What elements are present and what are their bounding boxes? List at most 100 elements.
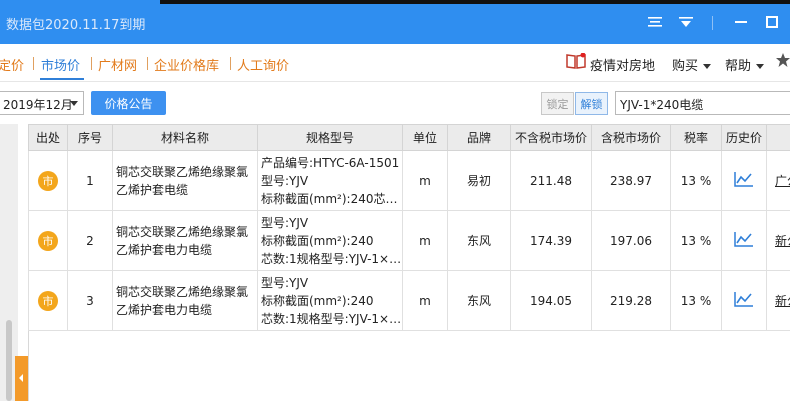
nav-separator: [230, 57, 231, 70]
spec-line: 标称截面(mm²):240: [261, 233, 374, 248]
col-header-unit[interactable]: 单位: [402, 124, 448, 151]
source-link[interactable]: 广公: [766, 150, 790, 211]
nav-separator: [91, 57, 92, 70]
material-name-cell: 铜芯交联聚乙烯绝缘聚氯乙烯护套电力电缆: [112, 210, 258, 271]
tax-rate-cell: 13 %: [670, 210, 722, 271]
spec-line: 芯数:1规格型号:YJV-1×…: [261, 311, 402, 326]
help-menu-label: 帮助: [725, 59, 752, 74]
filter-toolbar: 2019年12月 价格公告 锁定 解锁 YJV-1*240电缆: [0, 82, 790, 124]
title-bar: 数据包2020.11.17到期: [0, 0, 790, 44]
col-header-history[interactable]: 历史价: [721, 124, 767, 151]
nav-bar: 定价 市场价 广材网 企业价格库 人工询价 疫情对房地 购买 帮助: [0, 44, 790, 82]
unlock-button[interactable]: 解锁: [575, 92, 608, 115]
buy-menu-label: 购买: [672, 59, 699, 74]
buy-menu[interactable]: 购买: [672, 55, 712, 74]
table-row[interactable]: 市 1 铜芯交联聚乙烯绝缘聚氯乙烯护套电缆 产品编号:HTYC-6A-1501 …: [28, 150, 790, 211]
history-cell: [721, 270, 767, 331]
price-notice-button[interactable]: 价格公告: [91, 91, 166, 115]
index-cell: 1: [67, 150, 113, 211]
nav-item-manual-inquiry[interactable]: 人工询价: [237, 55, 289, 74]
source-cell: 市: [28, 270, 68, 331]
col-header-extra: [766, 124, 790, 151]
collapse-panel-handle[interactable]: [15, 356, 28, 401]
source-link[interactable]: 新公: [766, 270, 790, 331]
price-inc-tax-cell: 219.28: [591, 270, 671, 331]
collapse-down-icon[interactable]: [676, 12, 696, 32]
spec-line: 型号:YJV: [261, 215, 309, 230]
price-inc-tax-cell: 238.97: [591, 150, 671, 211]
index-cell: 3: [67, 270, 113, 331]
date-select-value: 2019年12月: [3, 98, 73, 112]
source-cell: 市: [28, 210, 68, 271]
spec-cell: 型号:YJV 标称截面(mm²):240 芯数:1规格型号:YJV-1×…: [257, 270, 403, 331]
material-name-cell: 铜芯交联聚乙烯绝缘聚氯乙烯护套电力电缆: [112, 270, 258, 331]
table-row[interactable]: 市 2 铜芯交联聚乙烯绝缘聚氯乙烯护套电力电缆 型号:YJV 标称截面(mm²)…: [28, 210, 790, 271]
col-header-source[interactable]: 出处: [28, 124, 68, 151]
nav-active-indicator: [40, 78, 84, 80]
lock-button[interactable]: 锁定: [541, 92, 574, 115]
price-ex-tax-cell: 194.05: [510, 270, 592, 331]
titlebar-separator: [712, 16, 713, 30]
unit-cell: m: [402, 210, 448, 271]
market-badge: 市: [38, 230, 58, 251]
table-header-row: 出处 序号 材料名称 规格型号 单位 品牌 不含税市场价 含税市场价 税率 历史…: [28, 124, 790, 151]
col-header-brand[interactable]: 品牌: [447, 124, 511, 151]
chevron-down-icon: [756, 64, 765, 69]
trend-chart-icon[interactable]: [734, 231, 754, 250]
tax-rate-cell: 13 %: [670, 270, 722, 331]
col-header-price-ex-tax[interactable]: 不含税市场价: [510, 124, 592, 151]
settings-icon[interactable]: [645, 12, 665, 32]
price-ex-tax-cell: 211.48: [510, 150, 592, 211]
market-badge: 市: [38, 290, 58, 311]
col-header-index[interactable]: 序号: [67, 124, 113, 151]
trend-chart-icon[interactable]: [734, 171, 754, 190]
brand-cell: 东风: [447, 210, 511, 271]
nav-item-market-price[interactable]: 市场价: [41, 55, 80, 74]
unit-cell: m: [402, 150, 448, 211]
date-select[interactable]: 2019年12月: [0, 91, 84, 115]
source-link[interactable]: 新公: [766, 210, 790, 271]
left-gutter: [0, 124, 28, 401]
nav-item-enterprise-price-lib[interactable]: 企业价格库: [154, 55, 219, 74]
nav-item-pricing[interactable]: 定价: [0, 55, 24, 74]
minimize-icon[interactable]: [731, 12, 751, 32]
price-table: 出处 序号 材料名称 规格型号 单位 品牌 不含税市场价 含税市场价 税率 历史…: [28, 124, 790, 331]
table-row[interactable]: 市 3 铜芯交联聚乙烯绝缘聚氯乙烯护套电力电缆 型号:YJV 标称截面(mm²)…: [28, 270, 790, 331]
spec-cell: 型号:YJV 标称截面(mm²):240 芯数:1规格型号:YJV-1×…: [257, 210, 403, 271]
col-header-price-inc-tax[interactable]: 含税市场价: [591, 124, 671, 151]
spec-line: 型号:YJV: [261, 275, 309, 290]
nav-separator: [147, 57, 148, 70]
tax-rate-cell: 13 %: [670, 150, 722, 211]
brand-cell: 易初: [447, 150, 511, 211]
maximize-icon[interactable]: [762, 12, 782, 32]
history-cell: [721, 210, 767, 271]
col-header-spec[interactable]: 规格型号: [257, 124, 403, 151]
brand-cell: 东风: [447, 270, 511, 331]
spec-line: 产品编号:HTYC-6A-1501: [261, 155, 400, 170]
window-title: 数据包2020.11.17到期: [6, 18, 146, 33]
price-ex-tax-cell: 174.39: [510, 210, 592, 271]
market-badge: 市: [38, 170, 58, 191]
spec-cell: 产品编号:HTYC-6A-1501 型号:YJV 标称截面(mm²):240芯…: [257, 150, 403, 211]
spec-line: 型号:YJV: [261, 173, 309, 188]
help-menu[interactable]: 帮助: [725, 55, 765, 74]
star-icon[interactable]: [776, 52, 790, 72]
history-cell: [721, 150, 767, 211]
chevron-down-icon: [70, 101, 78, 106]
unit-cell: m: [402, 270, 448, 331]
nav-item-guangcai[interactable]: 广材网: [98, 55, 137, 74]
material-name-cell: 铜芯交联聚乙烯绝缘聚氯乙烯护套电缆: [112, 150, 258, 211]
col-header-material-name[interactable]: 材料名称: [112, 124, 258, 151]
spec-line: 标称截面(mm²):240芯…: [261, 191, 398, 206]
nav-separator: [33, 57, 34, 70]
search-input[interactable]: YJV-1*240电缆: [615, 91, 790, 115]
col-header-tax-rate[interactable]: 税率: [670, 124, 722, 151]
epidemic-link[interactable]: 疫情对房地: [590, 55, 662, 74]
index-cell: 2: [67, 210, 113, 271]
chevron-down-icon: [703, 64, 712, 69]
trend-chart-icon[interactable]: [734, 291, 754, 310]
book-icon[interactable]: [566, 52, 586, 73]
price-inc-tax-cell: 197.06: [591, 210, 671, 271]
spec-line: 标称截面(mm²):240: [261, 293, 374, 308]
source-cell: 市: [28, 150, 68, 211]
